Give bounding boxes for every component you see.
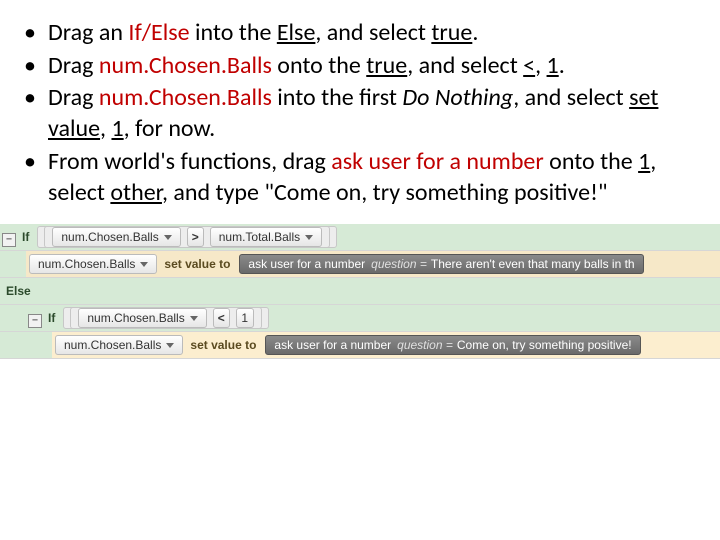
ask-user-func-tile[interactable]: ask user for a number question = Come on… xyxy=(265,335,640,355)
code-block-area: − If num.Chosen.Balls > num.Total.Balls … xyxy=(0,224,720,359)
var-tile-chosen[interactable]: num.Chosen.Balls xyxy=(78,308,206,328)
bullet-4: From world's functions, drag ask user fo… xyxy=(48,147,692,208)
indent xyxy=(26,332,52,358)
condition-inner-wrap: num.Chosen.Balls < 1 xyxy=(70,307,261,329)
var-tile-chosen[interactable]: num.Chosen.Balls xyxy=(52,227,180,247)
ask-user-func-tile[interactable]: ask user for a number question = There a… xyxy=(239,254,643,274)
collapse-toggle-icon[interactable]: − xyxy=(28,314,42,328)
indent xyxy=(0,332,26,358)
if-keyword: If xyxy=(46,311,55,325)
var-tile-total[interactable]: num.Total.Balls xyxy=(210,227,322,247)
indent xyxy=(0,305,26,331)
op-gt[interactable]: > xyxy=(187,227,204,247)
set-value-label: set value to xyxy=(190,338,256,352)
condition-inner-wrap: num.Chosen.Balls > num.Total.Balls xyxy=(44,226,330,248)
else-keyword: Else xyxy=(4,284,31,298)
num-one[interactable]: 1 xyxy=(236,308,254,328)
bullet-2: Drag num.Chosen.Balls onto the true, and… xyxy=(48,51,692,82)
outer-if-row[interactable]: − If num.Chosen.Balls > num.Total.Balls xyxy=(0,224,720,251)
op-lt[interactable]: < xyxy=(213,308,230,328)
set-value-label: set value to xyxy=(164,257,230,271)
instruction-text: Drag an If/Else into the Else, and selec… xyxy=(0,0,720,224)
if-keyword: If xyxy=(20,230,29,244)
bullet-1: Drag an If/Else into the Else, and selec… xyxy=(48,18,692,49)
var-tile-chosen[interactable]: num.Chosen.Balls xyxy=(29,254,157,274)
inner-if-row[interactable]: − If num.Chosen.Balls < 1 xyxy=(0,305,720,332)
else-row: Else xyxy=(0,278,720,305)
collapse-toggle-icon[interactable]: − xyxy=(2,233,16,247)
outer-body-row[interactable]: num.Chosen.Balls set value to ask user f… xyxy=(0,251,720,278)
bullet-3: Drag num.Chosen.Balls into the first Do … xyxy=(48,83,692,144)
inner-body-row[interactable]: num.Chosen.Balls set value to ask user f… xyxy=(0,332,720,359)
condition-wrap[interactable]: num.Chosen.Balls > num.Total.Balls xyxy=(37,226,337,248)
condition-wrap[interactable]: num.Chosen.Balls < 1 xyxy=(63,307,268,329)
var-tile-chosen[interactable]: num.Chosen.Balls xyxy=(55,335,183,355)
indent xyxy=(0,251,26,277)
